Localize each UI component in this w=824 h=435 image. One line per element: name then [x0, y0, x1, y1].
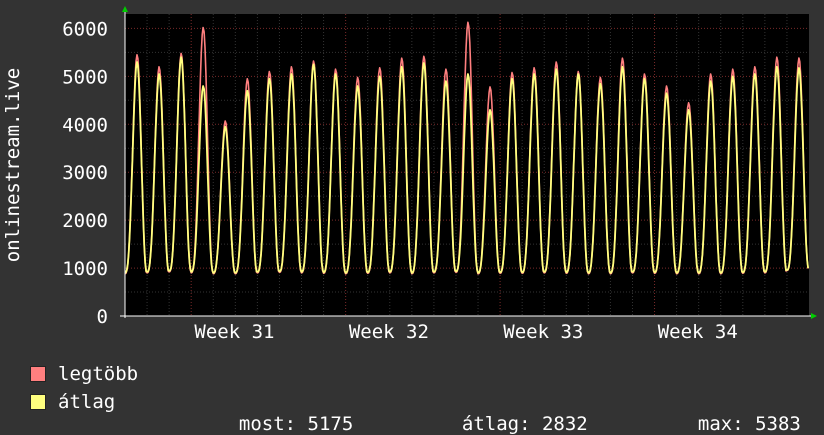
- legend-label-max: legtöbb: [58, 363, 139, 385]
- legend-label-avg: átlag: [58, 391, 116, 413]
- y-tick-label: 1000: [62, 258, 108, 280]
- y-tick-labels: 0 1000 2000 3000 4000 5000 6000: [62, 18, 108, 328]
- legend-item-avg: átlag: [30, 391, 115, 413]
- x-tick-labels: Week 31 Week 32 Week 33 Week 34: [194, 321, 737, 343]
- y-tick-label: 0: [97, 306, 108, 328]
- y-tick-label: 2000: [62, 210, 108, 232]
- y-tick-label: 3000: [62, 162, 108, 184]
- x-tick-label: Week 34: [658, 321, 738, 343]
- y-tick-label: 4000: [62, 114, 108, 136]
- legend-swatch-max: [30, 366, 46, 382]
- x-tick-label: Week 33: [503, 321, 583, 343]
- x-tick-label: Week 31: [194, 321, 274, 343]
- stat-avg-label: átlag:: [461, 413, 531, 435]
- stat-avg-value: 2832: [541, 413, 588, 435]
- legend-swatch-avg: [30, 394, 46, 410]
- stat-now: most: 5175: [216, 391, 353, 435]
- legend-item-max: legtöbb: [30, 363, 138, 385]
- y-tick-label: 5000: [62, 66, 108, 88]
- stat-now-label: most:: [238, 413, 297, 435]
- y-axis-arrow: [122, 6, 128, 12]
- stat-now-value: 5175: [307, 413, 354, 435]
- stat-max-label: max:: [697, 413, 744, 435]
- stat-max-value: 5383: [755, 413, 801, 435]
- y-axis-label: onlinestream.live: [2, 68, 24, 262]
- stat-avg: átlag: 2832: [439, 391, 588, 435]
- stat-max: max: 5383: [675, 391, 801, 435]
- x-axis-arrow: [811, 313, 817, 319]
- x-tick-label: Week 32: [349, 321, 429, 343]
- y-tick-label: 6000: [62, 18, 108, 40]
